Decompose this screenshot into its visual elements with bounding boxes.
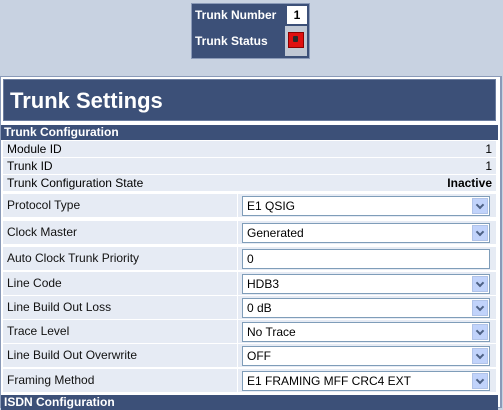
line-build-out-overwrite-row: Line Build Out Overwrite OFF xyxy=(3,344,496,368)
protocol-type-value: E1 QSIG xyxy=(247,199,296,213)
auto-clock-priority-row: Auto Clock Trunk Priority 0 xyxy=(3,247,496,271)
line-build-out-overwrite-label: Line Build Out Overwrite xyxy=(3,344,238,367)
line-build-out-loss-select[interactable]: 0 dB xyxy=(242,298,490,318)
trunk-id-label: Trunk ID xyxy=(7,159,53,173)
trunk-config-state-row: Trunk Configuration State Inactive xyxy=(3,175,496,192)
trunk-number-row: Trunk Number 1 xyxy=(194,6,307,24)
auto-clock-priority-input[interactable]: 0 xyxy=(242,249,490,269)
trunk-settings-panel: Trunk Settings Trunk Configuration Modul… xyxy=(0,76,502,410)
chevron-down-icon[interactable] xyxy=(472,300,488,316)
module-id-value: 1 xyxy=(485,142,492,156)
page-title: Trunk Settings xyxy=(3,79,496,121)
line-build-out-loss-value: 0 dB xyxy=(247,301,272,315)
protocol-type-row: Protocol Type E1 QSIG xyxy=(3,194,496,218)
line-code-select[interactable]: HDB3 xyxy=(242,274,490,294)
trunk-status-cell xyxy=(285,26,307,56)
chevron-down-icon[interactable] xyxy=(472,348,488,364)
chevron-down-icon[interactable] xyxy=(472,225,488,241)
clock-master-row: Clock Master Generated xyxy=(3,221,496,245)
trunk-number-value: 1 xyxy=(287,6,307,24)
line-build-out-loss-row: Line Build Out Loss 0 dB xyxy=(3,296,496,320)
section-trunk-configuration[interactable]: Trunk Configuration xyxy=(1,125,498,140)
trunk-status-box: Trunk Number 1 Trunk Status xyxy=(191,3,310,59)
trunk-status-label: Trunk Status xyxy=(195,34,268,48)
auto-clock-priority-value: 0 xyxy=(247,252,254,266)
trace-level-row: Trace Level No Trace xyxy=(3,320,496,344)
chevron-down-icon[interactable] xyxy=(472,198,488,214)
line-build-out-overwrite-value: OFF xyxy=(247,349,271,363)
trace-level-label: Trace Level xyxy=(3,320,238,343)
protocol-type-select[interactable]: E1 QSIG xyxy=(242,196,490,216)
trunk-id-value: 1 xyxy=(485,159,492,173)
framing-method-row: Framing Method E1 FRAMING MFF CRC4 EXT xyxy=(3,369,496,393)
clock-master-select[interactable]: Generated xyxy=(242,223,490,243)
section-isdn-configuration[interactable]: ISDN Configuration xyxy=(1,395,498,410)
line-build-out-loss-label: Line Build Out Loss xyxy=(3,296,238,319)
protocol-type-label: Protocol Type xyxy=(3,194,238,217)
trunk-status-icon[interactable] xyxy=(288,32,304,48)
trace-level-select[interactable]: No Trace xyxy=(242,322,490,342)
framing-method-label: Framing Method xyxy=(3,369,238,392)
trunk-config-state-value: Inactive xyxy=(447,176,492,190)
trunk-status-row: Trunk Status xyxy=(194,26,307,56)
module-id-row: Module ID 1 xyxy=(3,141,496,158)
clock-master-value: Generated xyxy=(247,226,304,240)
trunk-id-row: Trunk ID 1 xyxy=(3,158,496,175)
trunk-number-label: Trunk Number xyxy=(195,8,277,22)
trunk-config-state-label: Trunk Configuration State xyxy=(7,176,144,190)
framing-method-select[interactable]: E1 FRAMING MFF CRC4 EXT xyxy=(242,371,490,391)
chevron-down-icon[interactable] xyxy=(472,373,488,389)
line-build-out-overwrite-select[interactable]: OFF xyxy=(242,346,490,366)
auto-clock-priority-label: Auto Clock Trunk Priority xyxy=(3,247,238,270)
line-code-row: Line Code HDB3 xyxy=(3,272,496,296)
chevron-down-icon[interactable] xyxy=(472,276,488,292)
line-code-label: Line Code xyxy=(3,272,238,295)
trace-level-value: No Trace xyxy=(247,325,296,339)
clock-master-label: Clock Master xyxy=(3,221,238,244)
chevron-down-icon[interactable] xyxy=(472,324,488,340)
line-code-value: HDB3 xyxy=(247,277,280,291)
module-id-label: Module ID xyxy=(7,142,62,156)
framing-method-value: E1 FRAMING MFF CRC4 EXT xyxy=(247,374,412,388)
